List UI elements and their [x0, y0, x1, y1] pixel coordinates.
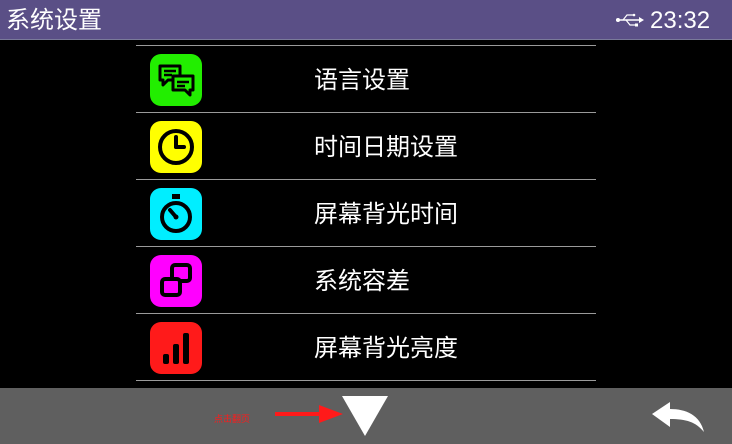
- menu-item-backlight-brightness[interactable]: 屏幕背光亮度: [136, 314, 596, 380]
- usb-icon: [616, 13, 644, 27]
- stopwatch-icon: [150, 188, 202, 240]
- menu-item-label: 系统容差: [314, 267, 410, 295]
- menu-item-label: 屏幕背光亮度: [314, 334, 458, 362]
- menu-item-language[interactable]: 语言设置: [136, 46, 596, 112]
- title-bar: 系统设置 23:32: [0, 0, 732, 40]
- bottom-bar: 点击翻页: [0, 388, 732, 444]
- page-title: 系统设置: [6, 6, 102, 34]
- menu-item-label: 屏幕背光时间: [314, 200, 458, 228]
- menu-item-datetime[interactable]: 时间日期设置: [136, 113, 596, 179]
- menu-item-tolerance[interactable]: 系统容差: [136, 247, 596, 313]
- page-hint: 点击翻页: [214, 415, 251, 425]
- brightness-bars-icon: [150, 322, 202, 374]
- clock-icon: [150, 121, 202, 173]
- back-arrow-icon[interactable]: [650, 400, 706, 434]
- arrow-right-icon: [275, 405, 343, 423]
- menu-item-label: 语言设置: [314, 66, 410, 94]
- tolerance-shapes-icon: [150, 255, 202, 307]
- settings-menu: 语言设置 时间日期设置 屏幕背光时间 系统容差 屏幕背光亮度: [136, 45, 596, 381]
- clock-time: 23:32: [650, 7, 711, 34]
- menu-item-backlight-time[interactable]: 屏幕背光时间: [136, 180, 596, 246]
- chat-bubbles-icon: [150, 54, 202, 106]
- triangle-down-icon[interactable]: [340, 392, 390, 438]
- divider: [136, 380, 596, 381]
- menu-item-label: 时间日期设置: [314, 133, 458, 161]
